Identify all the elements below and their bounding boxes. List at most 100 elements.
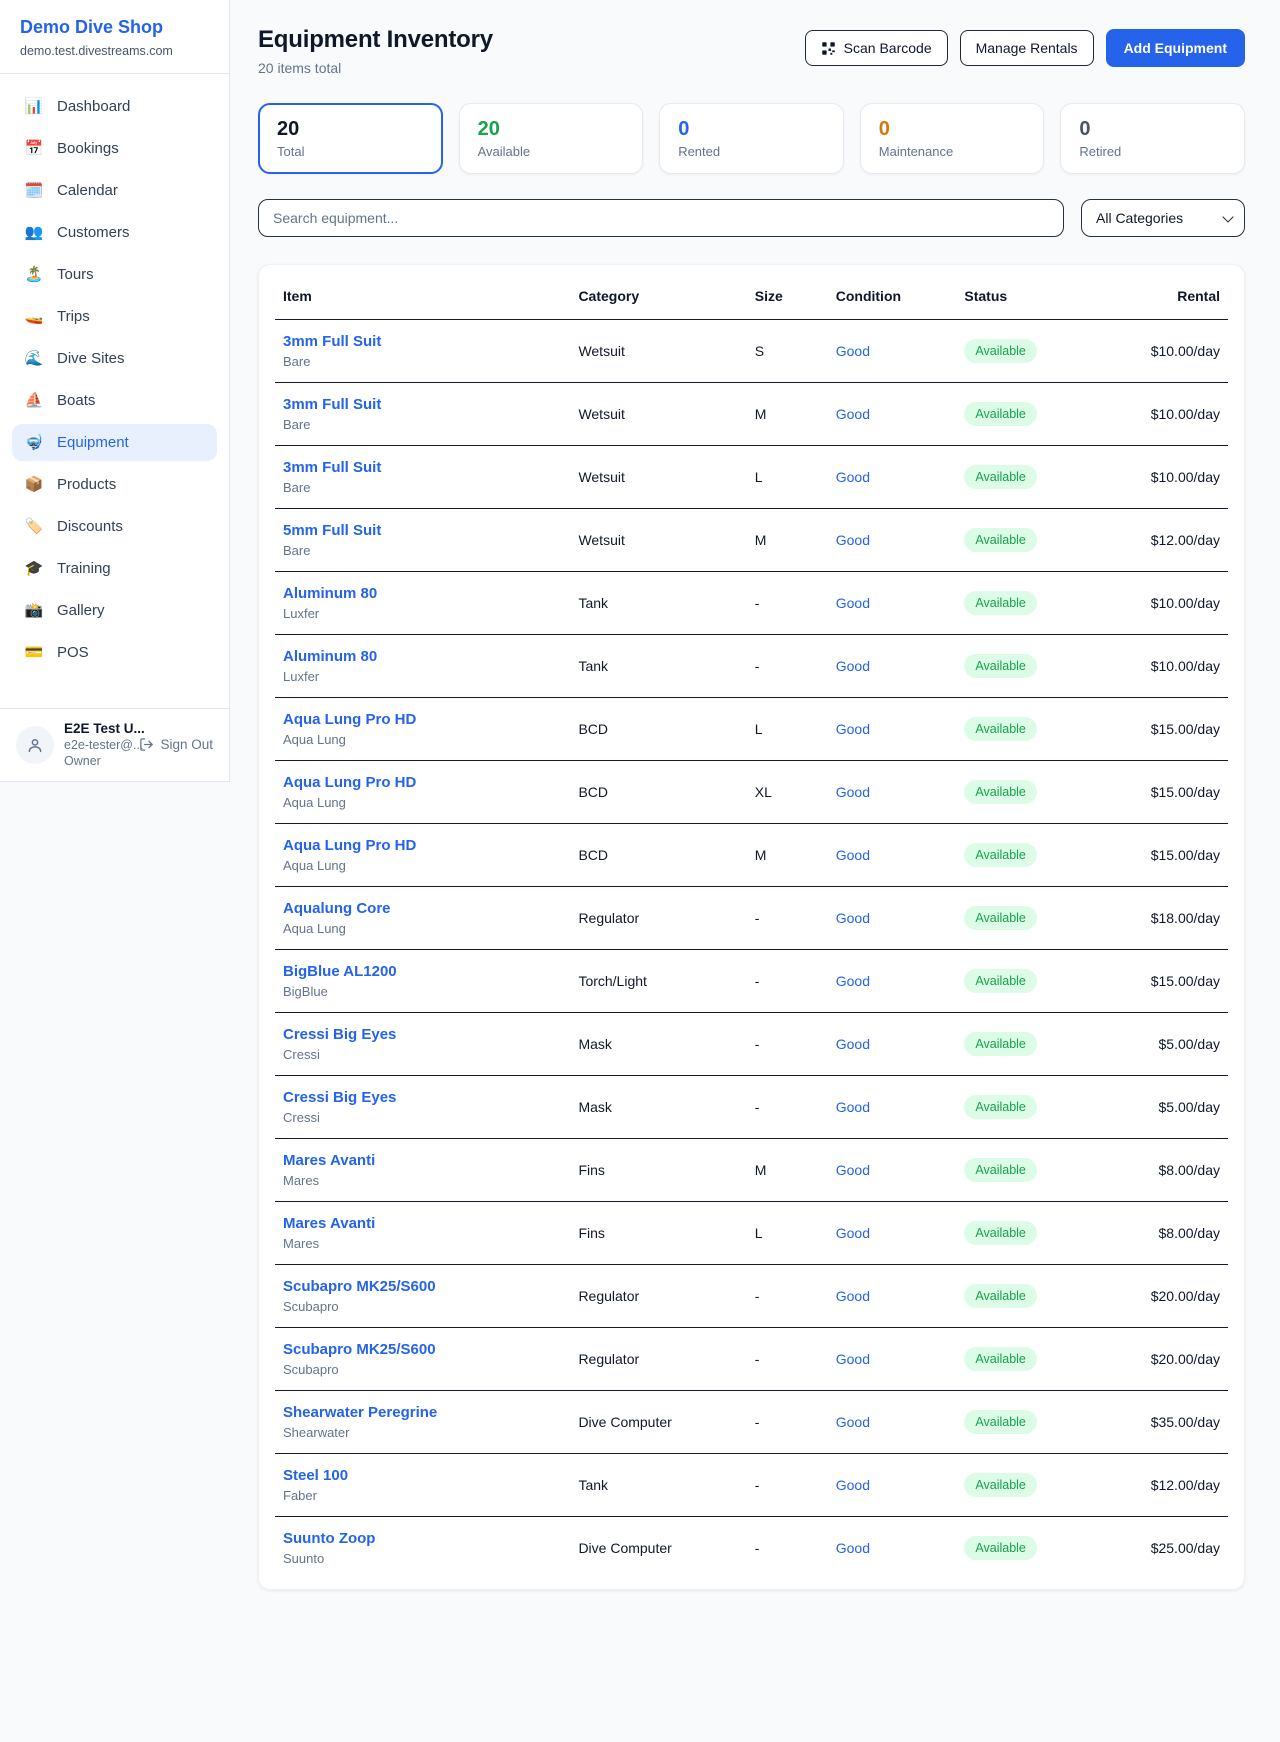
item-brand: Scubapro	[283, 1362, 562, 1377]
item-name-link[interactable]: Aqua Lung Pro HD	[283, 774, 562, 791]
item-size: -	[747, 1265, 828, 1328]
condition-link[interactable]: Good	[836, 1540, 870, 1556]
manage-rentals-button[interactable]: Manage Rentals	[960, 30, 1094, 66]
condition-link[interactable]: Good	[836, 406, 870, 422]
item-name-link[interactable]: 3mm Full Suit	[283, 396, 562, 413]
item-size: -	[747, 1391, 828, 1454]
table-row: Scubapro MK25/S600 Scubapro Regulator - …	[275, 1328, 1228, 1391]
condition-link[interactable]: Good	[836, 1351, 870, 1367]
condition-link[interactable]: Good	[836, 910, 870, 926]
sidebar-item-gallery[interactable]: 📸 Gallery	[12, 592, 217, 629]
condition-link[interactable]: Good	[836, 532, 870, 548]
rental-rate: $15.00/day	[1095, 824, 1228, 887]
sidebar-item-bookings[interactable]: 📅 Bookings	[12, 130, 217, 167]
stat-card-total[interactable]: 20 Total	[258, 103, 443, 174]
item-brand: Bare	[283, 354, 562, 369]
item-name-link[interactable]: Mares Avanti	[283, 1152, 562, 1169]
condition-link[interactable]: Good	[836, 1288, 870, 1304]
item-size: -	[747, 1076, 828, 1139]
stat-value: 20	[478, 118, 625, 141]
rental-rate: $8.00/day	[1095, 1202, 1228, 1265]
column-header-condition: Condition	[828, 269, 957, 320]
sidebar-item-pos[interactable]: 💳 POS	[12, 634, 217, 671]
stat-value: 0	[678, 118, 825, 141]
stat-label: Available	[478, 144, 625, 159]
item-name-link[interactable]: Aqua Lung Pro HD	[283, 711, 562, 728]
item-name-link[interactable]: 3mm Full Suit	[283, 459, 562, 476]
sidebar: Demo Dive Shop demo.test.divestreams.com…	[0, 0, 230, 782]
condition-link[interactable]: Good	[836, 343, 870, 359]
rental-rate: $10.00/day	[1095, 446, 1228, 509]
sidebar-item-trips[interactable]: 🚤 Trips	[12, 298, 217, 335]
condition-link[interactable]: Good	[836, 1414, 870, 1430]
condition-link[interactable]: Good	[836, 721, 870, 737]
item-name-link[interactable]: Mares Avanti	[283, 1215, 562, 1232]
item-name-link[interactable]: Shearwater Peregrine	[283, 1404, 562, 1421]
item-brand: Faber	[283, 1488, 562, 1503]
condition-link[interactable]: Good	[836, 658, 870, 674]
stat-card-retired[interactable]: 0 Retired	[1060, 103, 1245, 174]
item-name-link[interactable]: 5mm Full Suit	[283, 522, 562, 539]
table-row: Mares Avanti Mares Fins L Good Available…	[275, 1202, 1228, 1265]
stats-row: 20 Total 20 Available 0 Rented 0 Mainten…	[258, 103, 1245, 174]
status-badge: Available	[964, 339, 1037, 363]
item-name-link[interactable]: 3mm Full Suit	[283, 333, 562, 350]
sign-out-button[interactable]: Sign Out	[139, 737, 213, 752]
category-select-wrap: All Categories	[1081, 199, 1245, 237]
sidebar-item-products[interactable]: 📦 Products	[12, 466, 217, 503]
item-name-link[interactable]: Aluminum 80	[283, 585, 562, 602]
rental-rate: $18.00/day	[1095, 887, 1228, 950]
item-category: Tank	[570, 572, 746, 635]
condition-link[interactable]: Good	[836, 595, 870, 611]
condition-link[interactable]: Good	[836, 1477, 870, 1493]
item-name-link[interactable]: Cressi Big Eyes	[283, 1026, 562, 1043]
condition-link[interactable]: Good	[836, 1099, 870, 1115]
sidebar-item-customers[interactable]: 👥 Customers	[12, 214, 217, 251]
stat-card-maintenance[interactable]: 0 Maintenance	[860, 103, 1045, 174]
item-size: XL	[747, 761, 828, 824]
condition-link[interactable]: Good	[836, 1036, 870, 1052]
equipment-table: Item Category Size Condition Status Rent…	[275, 269, 1228, 1579]
sidebar-item-boats[interactable]: ⛵ Boats	[12, 382, 217, 419]
main-content: Equipment Inventory 20 items total Scan …	[230, 0, 1280, 1625]
condition-link[interactable]: Good	[836, 847, 870, 863]
condition-link[interactable]: Good	[836, 1162, 870, 1178]
item-name-link[interactable]: Cressi Big Eyes	[283, 1089, 562, 1106]
sidebar-item-discounts[interactable]: 🏷️ Discounts	[12, 508, 217, 545]
sidebar-item-dive-sites[interactable]: 🌊 Dive Sites	[12, 340, 217, 377]
sign-out-label: Sign Out	[160, 737, 213, 752]
item-name-link[interactable]: Scubapro MK25/S600	[283, 1341, 562, 1358]
sidebar-item-tours[interactable]: 🏝️ Tours	[12, 256, 217, 293]
condition-link[interactable]: Good	[836, 973, 870, 989]
category-select[interactable]: All Categories	[1081, 199, 1245, 237]
stat-label: Total	[277, 144, 424, 159]
sidebar-item-dashboard[interactable]: 📊 Dashboard	[12, 88, 217, 125]
add-equipment-button[interactable]: Add Equipment	[1106, 29, 1245, 67]
condition-link[interactable]: Good	[836, 784, 870, 800]
item-size: -	[747, 1013, 828, 1076]
brand-title[interactable]: Demo Dive Shop	[20, 17, 209, 38]
item-size: L	[747, 1202, 828, 1265]
item-name-link[interactable]: Steel 100	[283, 1467, 562, 1484]
scan-barcode-button[interactable]: Scan Barcode	[805, 30, 948, 66]
equipment-icon: 🤿	[24, 435, 44, 450]
item-name-link[interactable]: BigBlue AL1200	[283, 963, 562, 980]
sidebar-item-calendar[interactable]: 🗓️ Calendar	[12, 172, 217, 209]
item-size: M	[747, 383, 828, 446]
item-name-link[interactable]: Scubapro MK25/S600	[283, 1278, 562, 1295]
item-name-link[interactable]: Aqualung Core	[283, 900, 562, 917]
item-category: Regulator	[570, 887, 746, 950]
search-input[interactable]	[258, 199, 1064, 237]
condition-link[interactable]: Good	[836, 469, 870, 485]
item-name-link[interactable]: Aluminum 80	[283, 648, 562, 665]
status-badge: Available	[964, 1158, 1037, 1182]
item-brand: Aqua Lung	[283, 921, 562, 936]
stat-card-available[interactable]: 20 Available	[459, 103, 644, 174]
sidebar-item-equipment[interactable]: 🤿 Equipment	[12, 424, 217, 461]
sidebar-item-training[interactable]: 🎓 Training	[12, 550, 217, 587]
item-name-link[interactable]: Suunto Zoop	[283, 1530, 562, 1547]
stat-card-rented[interactable]: 0 Rented	[659, 103, 844, 174]
item-name-link[interactable]: Aqua Lung Pro HD	[283, 837, 562, 854]
item-category: BCD	[570, 698, 746, 761]
condition-link[interactable]: Good	[836, 1225, 870, 1241]
